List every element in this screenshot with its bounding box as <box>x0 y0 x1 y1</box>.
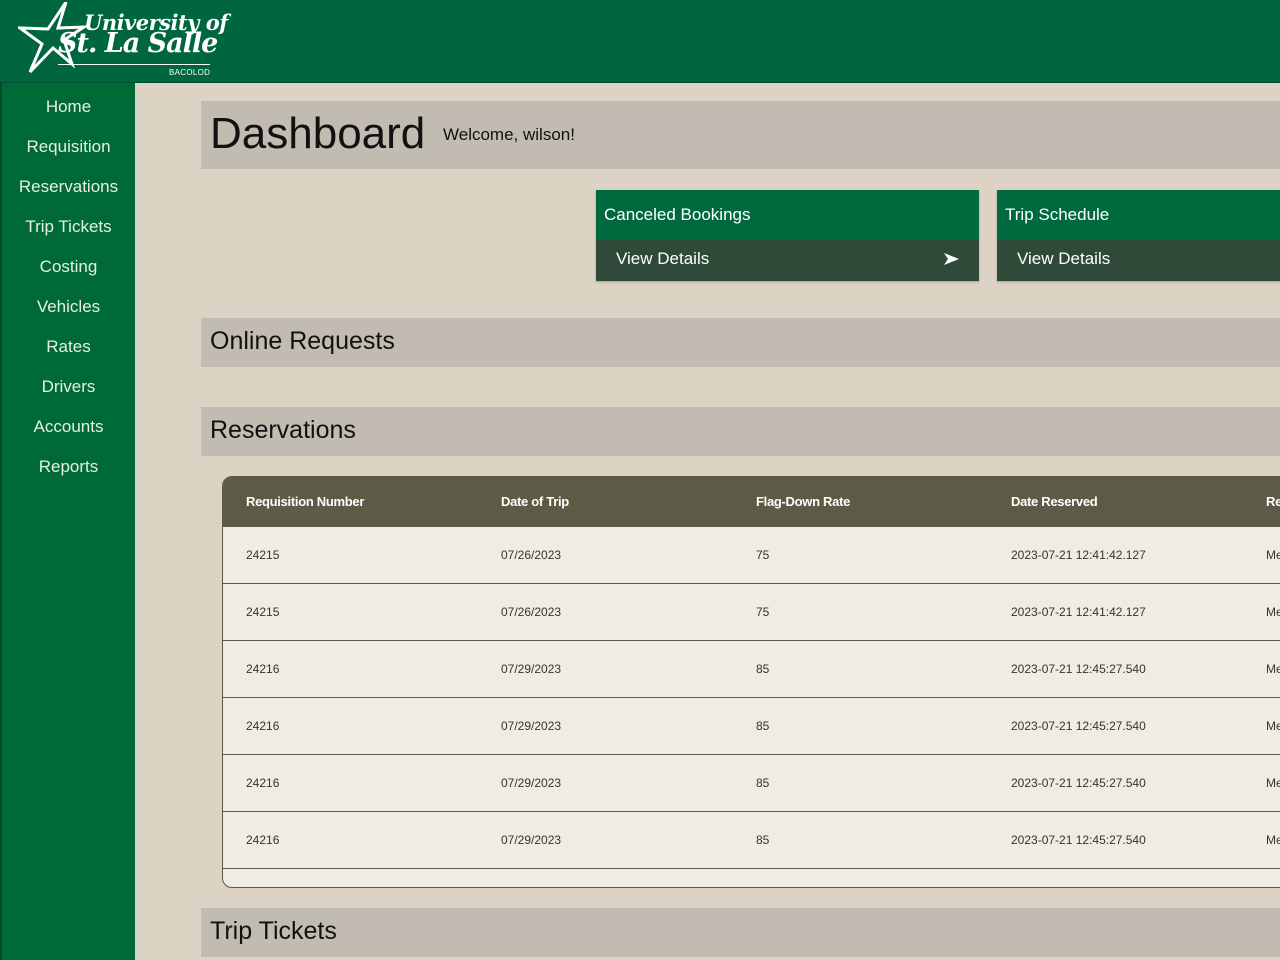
university-logo[interactable]: University of St. La Salle BACOLOD <box>18 2 228 78</box>
table-row[interactable]: 24215 07/26/2023 75 2023-07-21 12:41:42.… <box>223 527 1280 584</box>
page-header: Dashboard Welcome, wilson! <box>201 101 1280 169</box>
cell-date-of-trip: 07/29/2023 <box>501 776 562 790</box>
sidebar-item-accounts[interactable]: Accounts <box>2 407 135 447</box>
sidebar-item-requisition[interactable]: Requisition <box>2 127 135 167</box>
card-action-label: View Details <box>616 249 710 268</box>
sidebar-nav: Home Requisition Reservations Trip Ticke… <box>2 83 135 487</box>
top-header: University of St. La Salle BACOLOD <box>0 0 1280 83</box>
table-row[interactable]: 24216 07/29/2023 85 2023-07-21 12:45:27.… <box>223 812 1280 869</box>
logo-text-campus: BACOLOD <box>169 68 211 77</box>
column-header-truncated[interactable]: Re <box>1266 477 1280 527</box>
reservations-section-header: Reservations <box>201 407 1280 456</box>
cell-requisition-number: 24215 <box>246 605 280 619</box>
cell-flag-down-rate: 85 <box>756 662 770 676</box>
table-header-row: Requisition Number Date of Trip Flag-Dow… <box>223 477 1280 527</box>
column-header-flag-down-rate[interactable]: Flag-Down Rate <box>756 477 850 527</box>
section-title-trip-tickets: Trip Tickets <box>210 917 337 945</box>
cell-flag-down-rate: 75 <box>756 548 770 562</box>
sidebar-item-home[interactable]: Home <box>2 87 135 127</box>
cell-date-of-trip: 07/26/2023 <box>501 548 562 562</box>
sidebar-item-costing[interactable]: Costing <box>2 247 135 287</box>
cell-requisition-number: 24216 <box>246 719 280 733</box>
cell-date-reserved: 2023-07-21 12:45:27.540 <box>1011 776 1146 790</box>
column-header-date-of-trip[interactable]: Date of Trip <box>501 477 569 527</box>
sidebar-item-drivers[interactable]: Drivers <box>2 367 135 407</box>
main-content: Dashboard Welcome, wilson! Canceled Book… <box>201 101 1280 960</box>
cell-date-reserved: 2023-07-21 12:45:27.540 <box>1011 719 1146 733</box>
welcome-message: Welcome, wilson! <box>443 125 575 144</box>
cell-truncated: Me <box>1266 548 1280 562</box>
logo-divider <box>58 64 210 65</box>
card-action-label: View Details <box>1017 249 1111 268</box>
cell-requisition-number: 24216 <box>246 662 280 676</box>
cell-date-of-trip: 07/26/2023 <box>501 605 562 619</box>
column-header-date-reserved[interactable]: Date Reserved <box>1011 477 1098 527</box>
sidebar-item-reservations[interactable]: Reservations <box>2 167 135 207</box>
online-requests-section-header: Online Requests <box>201 318 1280 367</box>
cell-truncated: Me <box>1266 833 1280 847</box>
card-title: Trip Schedule <box>997 190 1280 239</box>
cell-flag-down-rate: 85 <box>756 833 770 847</box>
cell-requisition-number: 24215 <box>246 548 280 562</box>
cell-date-reserved: 2023-07-21 12:45:27.540 <box>1011 662 1146 676</box>
cell-truncated: Me <box>1266 719 1280 733</box>
cell-date-of-trip: 07/29/2023 <box>501 719 562 733</box>
sidebar-item-reports[interactable]: Reports <box>2 447 135 487</box>
table-row[interactable]: 24216 07/29/2023 85 2023-07-21 12:45:27.… <box>223 698 1280 755</box>
reservations-table: Requisition Number Date of Trip Flag-Dow… <box>222 476 1280 888</box>
cell-requisition-number: 24216 <box>246 776 280 790</box>
canceled-bookings-card: Canceled Bookings View Details <box>596 190 979 281</box>
cell-date-reserved: 2023-07-21 12:45:27.540 <box>1011 833 1146 847</box>
trip-tickets-section-header: Trip Tickets <box>201 908 1280 957</box>
cell-date-reserved: 2023-07-21 12:41:42.127 <box>1011 605 1146 619</box>
trip-schedule-view-details-button[interactable]: View Details <box>997 239 1280 281</box>
logo-text-name: St. La Salle <box>58 28 218 59</box>
cell-requisition-number: 24216 <box>246 833 280 847</box>
table-row[interactable]: 24215 07/26/2023 75 2023-07-21 12:41:42.… <box>223 584 1280 641</box>
sidebar-item-rates[interactable]: Rates <box>2 327 135 367</box>
cell-truncated: Me <box>1266 605 1280 619</box>
cell-flag-down-rate: 85 <box>756 719 770 733</box>
cell-flag-down-rate: 75 <box>756 605 770 619</box>
table-row[interactable]: 24216 07/29/2023 85 2023-07-21 12:45:27.… <box>223 755 1280 812</box>
cell-truncated: Me <box>1266 662 1280 676</box>
cell-flag-down-rate: 85 <box>756 776 770 790</box>
canceled-bookings-view-details-button[interactable]: View Details <box>596 239 979 281</box>
cell-date-of-trip: 07/29/2023 <box>501 662 562 676</box>
table-row[interactable]: 24216 07/29/2023 85 2023-07-21 12:45:27.… <box>223 641 1280 698</box>
section-title-reservations: Reservations <box>210 416 356 444</box>
section-title-online-requests: Online Requests <box>210 327 395 355</box>
cell-truncated: Me <box>1266 776 1280 790</box>
cell-date-reserved: 2023-07-21 12:41:42.127 <box>1011 548 1146 562</box>
arrow-right-icon <box>944 253 959 265</box>
column-header-requisition-number[interactable]: Requisition Number <box>246 477 364 527</box>
card-title: Canceled Bookings <box>596 190 979 239</box>
page-title: Dashboard <box>210 109 426 158</box>
sidebar: Home Requisition Reservations Trip Ticke… <box>0 83 135 960</box>
sidebar-item-vehicles[interactable]: Vehicles <box>2 287 135 327</box>
sidebar-item-trip-tickets[interactable]: Trip Tickets <box>2 207 135 247</box>
trip-schedule-card: Trip Schedule View Details <box>997 190 1280 281</box>
cell-date-of-trip: 07/29/2023 <box>501 833 562 847</box>
